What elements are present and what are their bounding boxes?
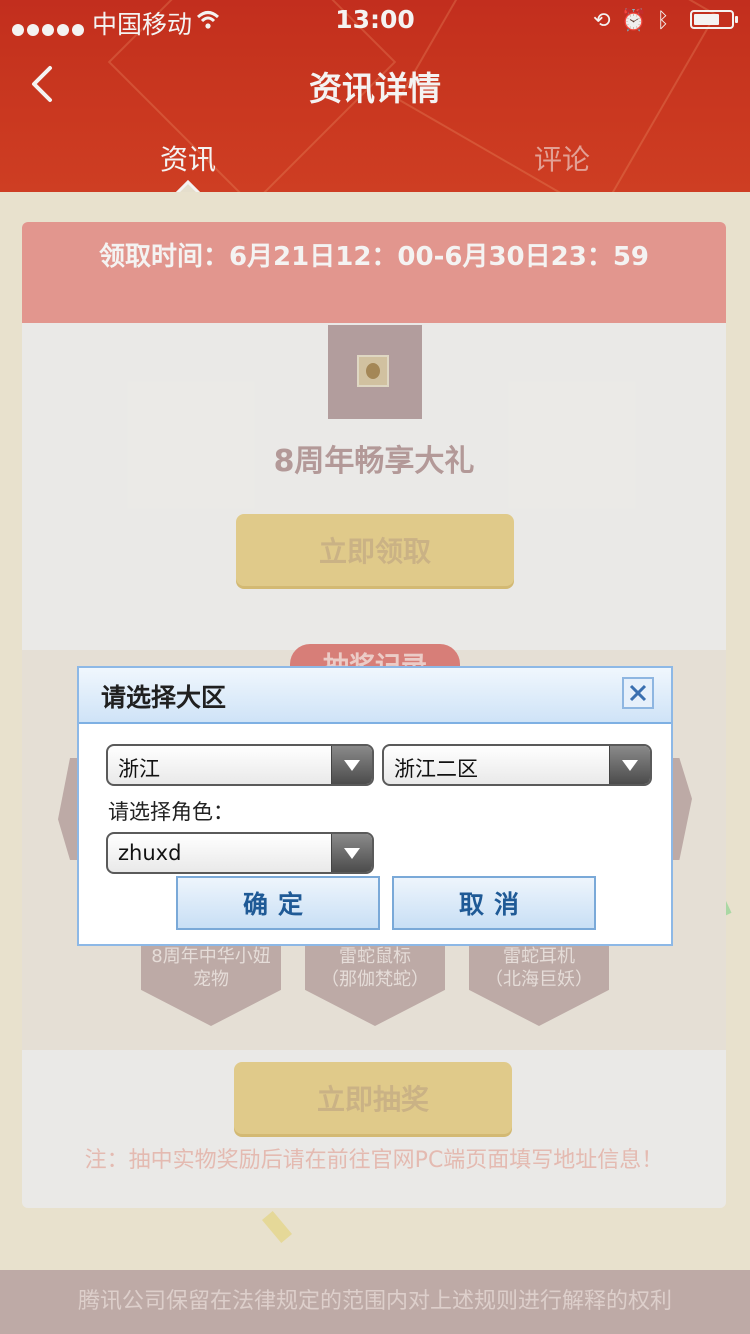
page: 中国移动 13:00 ⟲ ⏰ ᛒ 资讯详情 资讯 评论 领取时间：6月21日12… bbox=[0, 0, 750, 1334]
dialog-title: 请选择大区 bbox=[101, 683, 227, 712]
province-value: 浙江 bbox=[118, 757, 160, 781]
province-select[interactable]: 浙江 bbox=[106, 744, 374, 786]
role-label: 请选择角色： bbox=[108, 800, 234, 824]
cancel-button[interactable]: 取消 bbox=[392, 876, 596, 930]
role-value: zhuxd bbox=[118, 841, 182, 865]
zone-value: 浙江二区 bbox=[394, 757, 478, 781]
zone-select[interactable]: 浙江二区 bbox=[382, 744, 652, 786]
dialog-header: 请选择大区 bbox=[79, 668, 671, 724]
confirm-button[interactable]: 确定 bbox=[176, 876, 380, 930]
chevron-down-icon bbox=[331, 834, 372, 872]
chevron-down-icon bbox=[609, 746, 650, 784]
close-icon bbox=[629, 684, 647, 702]
close-button[interactable] bbox=[622, 677, 654, 709]
server-select-dialog: 请选择大区 浙江 浙江二区 请选择角色： zhuxd 确定 取消 bbox=[77, 666, 673, 946]
chevron-down-icon bbox=[331, 746, 372, 784]
role-select[interactable]: zhuxd bbox=[106, 832, 374, 874]
